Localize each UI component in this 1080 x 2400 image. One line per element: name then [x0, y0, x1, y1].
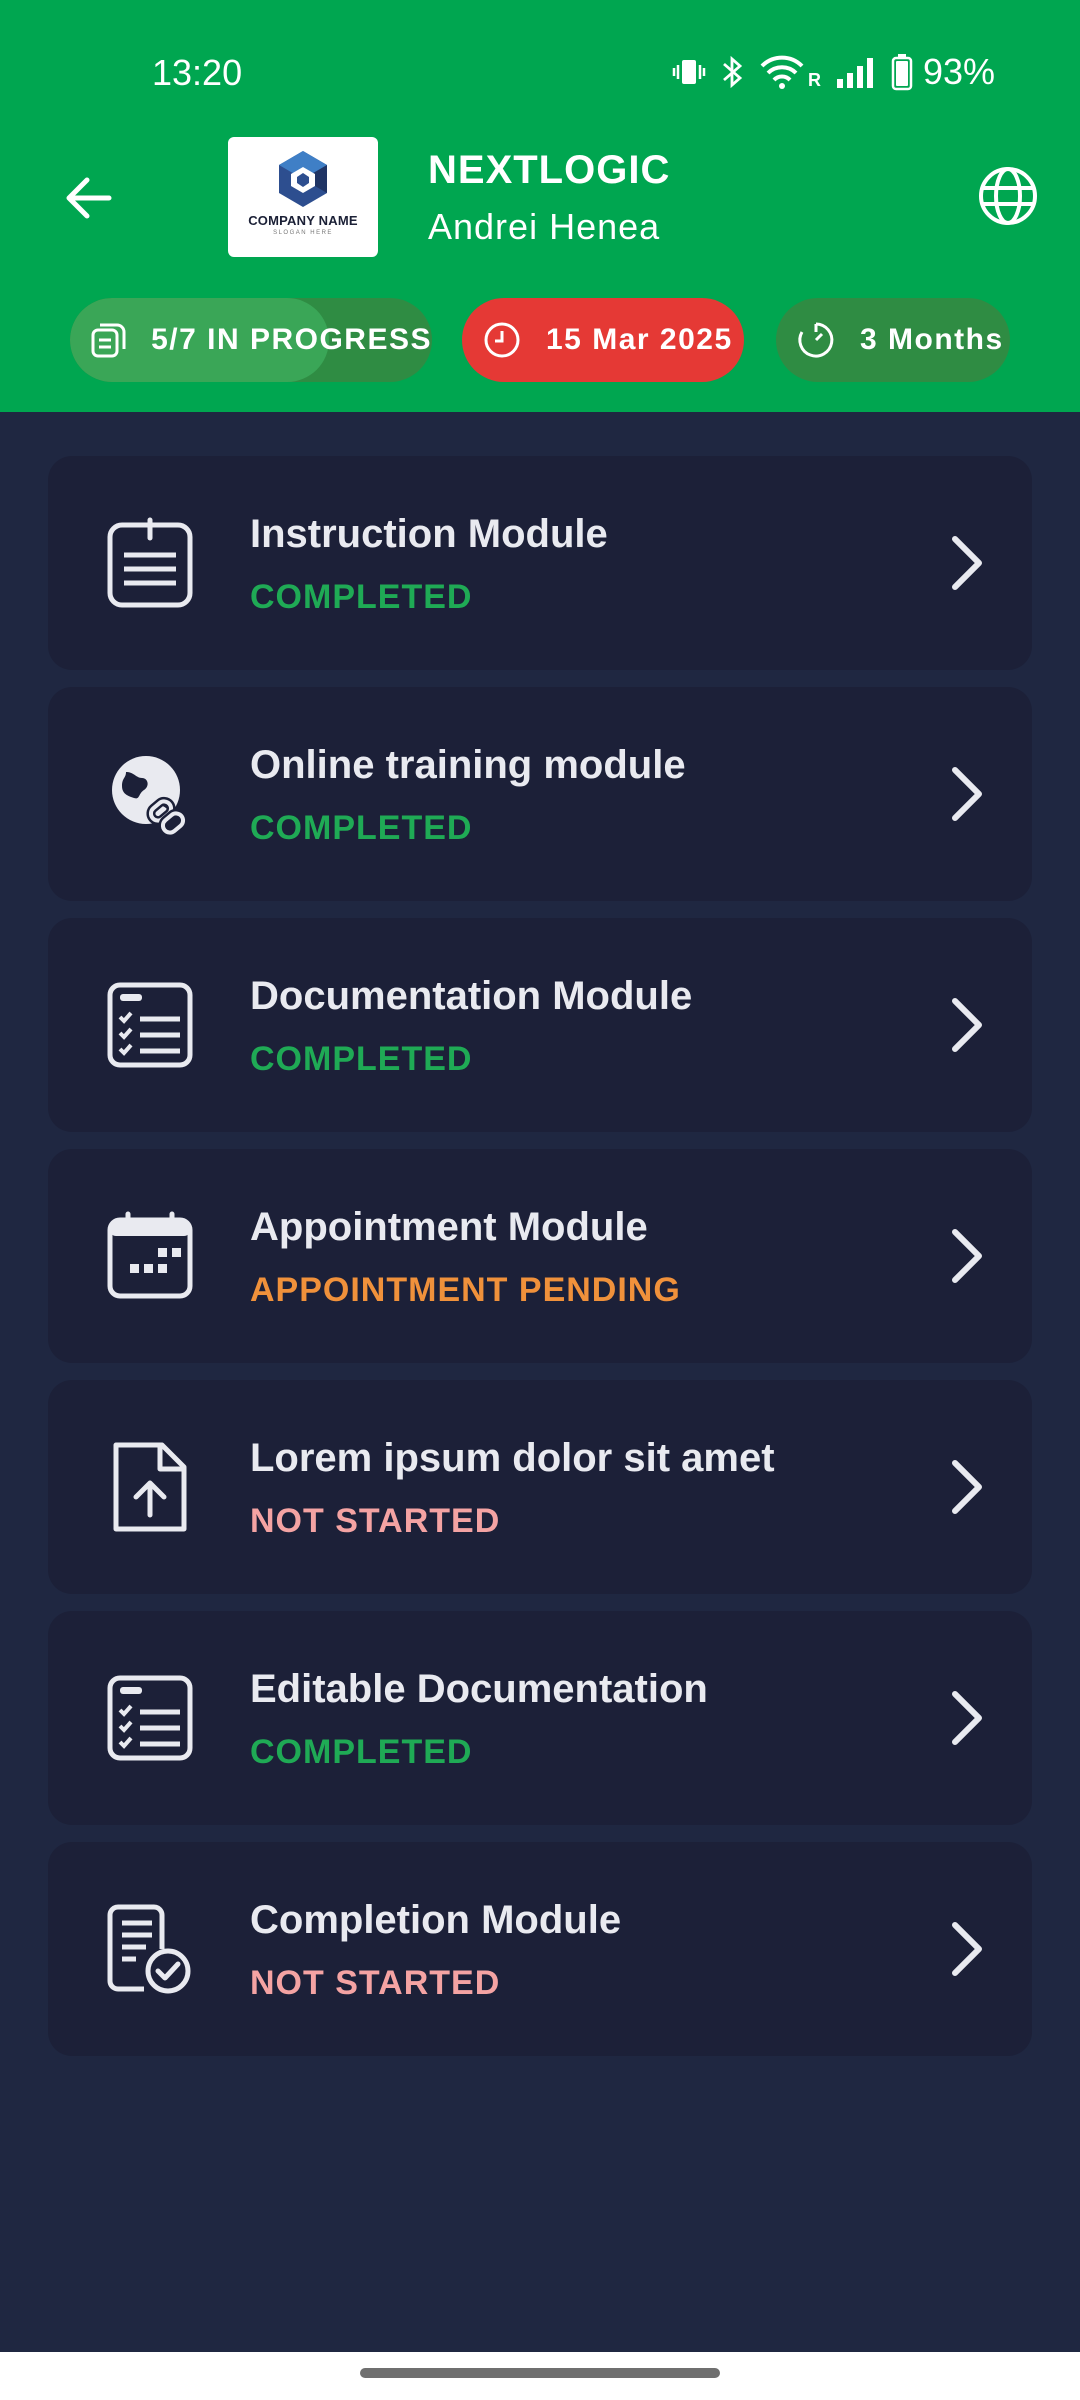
bluetooth-icon	[723, 55, 743, 89]
timer-icon	[794, 318, 838, 362]
gesture-nav-bar	[0, 2352, 1080, 2400]
progress-pill: 5/7 IN PROGRESS	[70, 298, 432, 382]
chevron-right-icon	[932, 1222, 1000, 1290]
certificate-icon	[98, 1897, 202, 2001]
arrow-left-icon	[66, 177, 112, 219]
chevron-right-icon	[932, 1453, 1000, 1521]
duration-pill: 3 Months	[776, 298, 1010, 382]
module-card[interactable]: Completion Module NOT STARTED	[48, 1842, 1032, 2056]
status-bar: 13:20 R 93%	[0, 0, 1080, 140]
globe-link-icon	[98, 742, 202, 846]
module-card[interactable]: Editable Documentation COMPLETED	[48, 1611, 1032, 1825]
module-card[interactable]: Instruction Module COMPLETED	[48, 456, 1032, 670]
module-status: NOT STARTED	[250, 1964, 501, 2002]
language-button[interactable]	[976, 164, 1040, 228]
calendar-icon	[98, 1204, 202, 1308]
module-list: Instruction Module COMPLETED Online trai…	[48, 456, 1032, 2073]
wifi-icon	[760, 55, 804, 89]
user-name: Andrei Henea	[428, 206, 661, 247]
signal-icon	[837, 58, 873, 88]
module-title: Documentation Module	[250, 974, 693, 1018]
chevron-right-icon	[932, 1684, 1000, 1752]
chevron-right-icon	[932, 760, 1000, 828]
chevron-right-icon	[932, 991, 1000, 1059]
battery-icon	[891, 54, 913, 91]
chevron-right-icon	[932, 1915, 1000, 1983]
module-title: Instruction Module	[250, 512, 608, 556]
checklist-icon	[98, 1666, 202, 1770]
checklist-icon	[98, 973, 202, 1077]
duration-text: 3 Months	[860, 323, 1004, 356]
app-header: 13:20 R 93% COMPANY NAME SLOGAN HERE NEX…	[0, 0, 1080, 412]
home-indicator[interactable]	[360, 2368, 720, 2378]
progress-text: 5/7 IN PROGRESS	[151, 323, 432, 356]
status-time: 13:20	[152, 52, 243, 93]
date-pill: 15 Mar 2025	[462, 298, 744, 382]
module-status: COMPLETED	[250, 1040, 473, 1078]
module-card[interactable]: Lorem ipsum dolor sit amet NOT STARTED	[48, 1380, 1032, 1594]
chevron-right-icon	[932, 529, 1000, 597]
logo-slogan: SLOGAN HERE	[273, 230, 333, 236]
logo-mark-icon	[279, 151, 327, 207]
vibrate-icon	[672, 60, 706, 84]
logo-company-name: COMPANY NAME	[248, 213, 358, 228]
clock-icon	[480, 318, 524, 362]
module-status: APPOINTMENT PENDING	[250, 1271, 681, 1309]
notepad-icon	[98, 511, 202, 615]
status-icons: R 93%	[672, 50, 995, 94]
module-title: Online training module	[250, 743, 686, 787]
module-card[interactable]: Appointment Module APPOINTMENT PENDING	[48, 1149, 1032, 1363]
roaming-indicator: R	[808, 69, 821, 90]
battery-percent: 93%	[923, 51, 996, 92]
company-title: NEXTLOGIC	[428, 148, 671, 192]
module-status: COMPLETED	[250, 578, 473, 616]
module-status: COMPLETED	[250, 1733, 473, 1771]
back-button[interactable]	[56, 166, 120, 230]
module-title: Editable Documentation	[250, 1667, 708, 1711]
module-title: Lorem ipsum dolor sit amet	[250, 1436, 775, 1480]
company-logo: COMPANY NAME SLOGAN HERE	[228, 137, 378, 257]
stack-icon	[88, 318, 129, 362]
module-title: Completion Module	[250, 1898, 622, 1942]
module-status: NOT STARTED	[250, 1502, 501, 1540]
file-upload-icon	[98, 1435, 202, 1539]
globe-icon	[979, 167, 1037, 225]
module-card[interactable]: Documentation Module COMPLETED	[48, 918, 1032, 1132]
module-title: Appointment Module	[250, 1205, 648, 1249]
module-card[interactable]: Online training module COMPLETED	[48, 687, 1032, 901]
module-status: COMPLETED	[250, 809, 473, 847]
date-text: 15 Mar 2025	[546, 323, 733, 356]
